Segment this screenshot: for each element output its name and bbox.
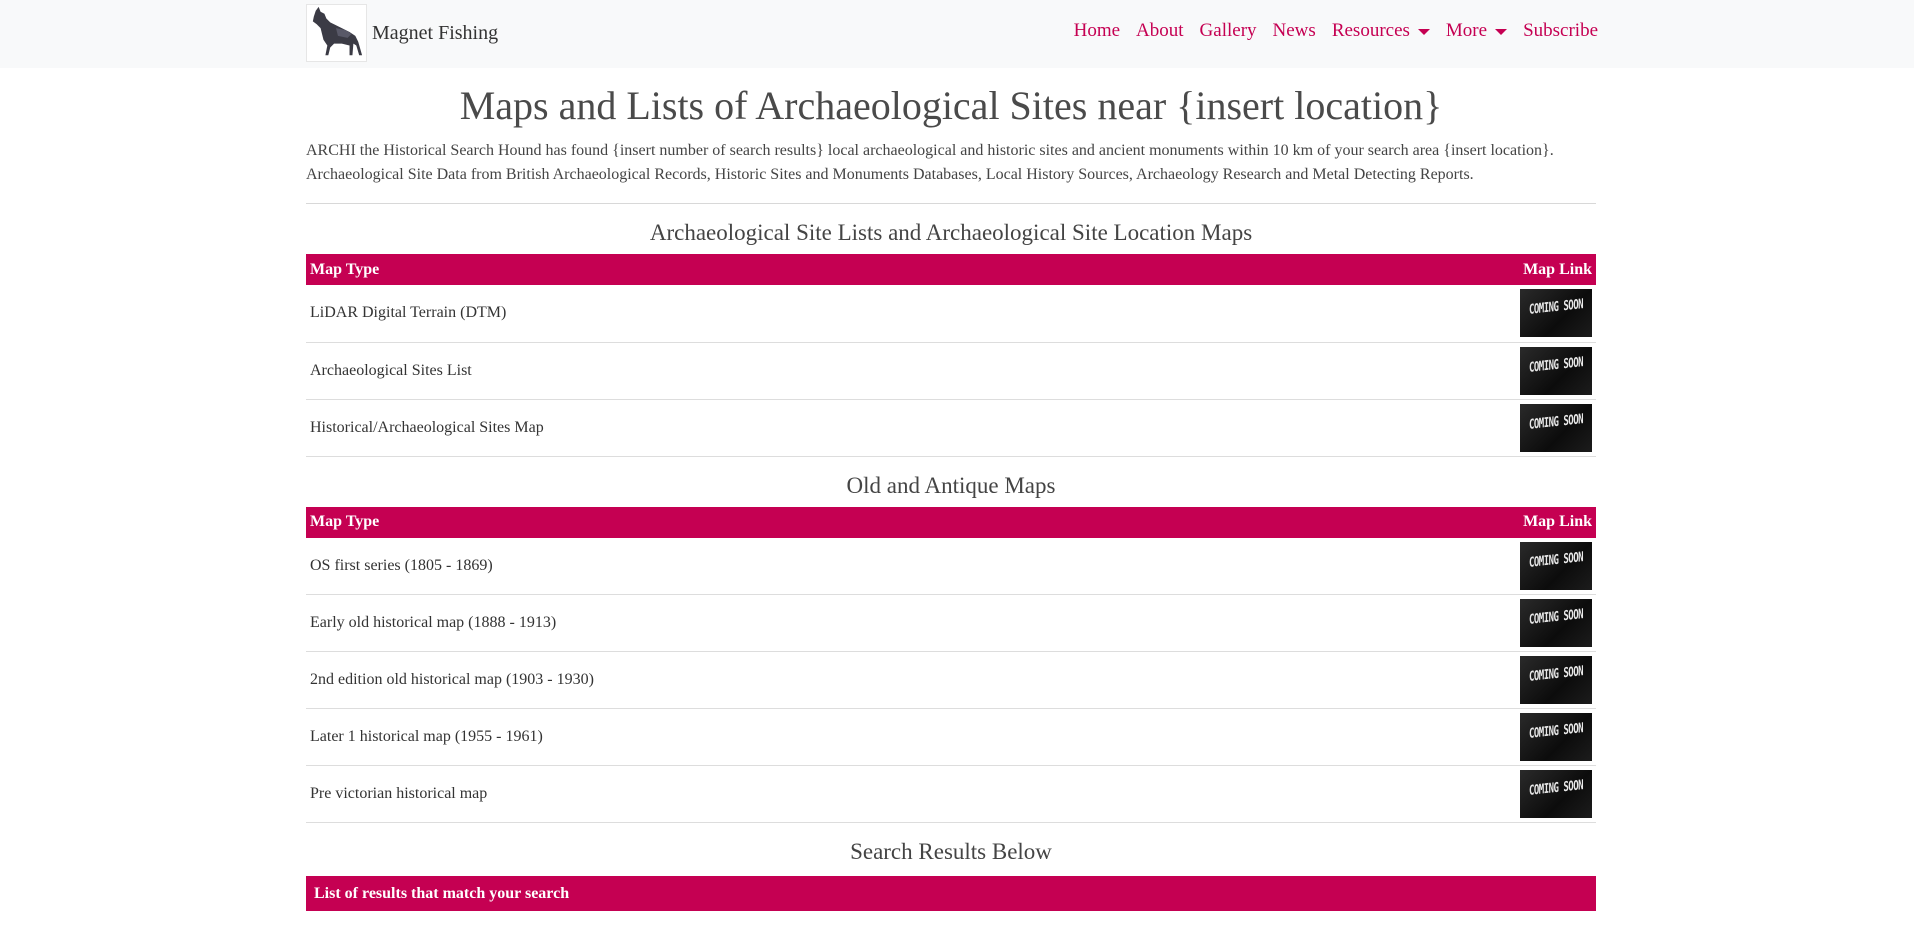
map-type-cell: Later 1 historical map (1955 - 1961) <box>306 708 1496 766</box>
divider <box>306 203 1596 204</box>
page-title: Maps and Lists of Archaeological Sites n… <box>459 83 1443 128</box>
nav-news-link[interactable]: News <box>1273 20 1316 42</box>
table-row: Early old historical map (1888 - 1913) C… <box>306 594 1596 652</box>
coming-soon-map-link[interactable]: COMING SOON <box>1520 403 1592 452</box>
table-row: Pre victorian historical map COMING SOON <box>306 765 1596 823</box>
nav-gallery-label: Gallery <box>1199 20 1257 41</box>
coming-soon-map-link[interactable]: COMING SOON <box>1520 713 1592 761</box>
nav-home-link[interactable]: Home <box>1074 20 1120 42</box>
table-row: Archaeological Sites List COMING SOON <box>306 342 1596 400</box>
nav-gallery-link[interactable]: Gallery <box>1200 20 1257 42</box>
col-header-map-type: Map Type <box>306 506 1496 538</box>
intro-line-1: ARCHI the Historical Search Hound has fo… <box>306 142 1554 159</box>
nav-subscribe-label: Subscribe <box>1523 20 1598 41</box>
map-type-cell: LiDAR Digital Terrain (DTM) <box>306 285 1496 343</box>
intro-line-2: Archaeological Site Data from British Ar… <box>306 166 1474 183</box>
nav-home-label: Home <box>1073 20 1121 41</box>
coming-soon-map-link[interactable]: COMING SOON <box>1520 289 1592 338</box>
coming-soon-label: COMING SOON <box>1528 412 1584 433</box>
col-header-map-type: Map Type <box>306 254 1496 285</box>
coming-soon-label: COMING SOON <box>1528 721 1584 743</box>
map-type-cell: OS first series (1805 - 1869) <box>306 537 1496 595</box>
coming-soon-label: COMING SOON <box>1528 778 1584 800</box>
nav-more-label: More <box>1445 20 1488 41</box>
nav-news-label: News <box>1272 20 1316 41</box>
table-row: 2nd edition old historical map (1903 - 1… <box>306 651 1596 709</box>
table-header-row: Map Type Map Link <box>306 506 1596 538</box>
caret-down-icon <box>1417 28 1430 35</box>
table-row: LiDAR Digital Terrain (DTM) COMING SOON <box>306 285 1596 343</box>
table-row: Historical/Archaeological Sites Map COMI… <box>306 399 1596 457</box>
main-content: Maps and Lists of Archaeological Sites n… <box>306 68 1596 911</box>
section-title-old-maps: Old and Antique Maps <box>846 472 1056 498</box>
coming-soon-label: COMING SOON <box>1528 297 1584 319</box>
map-type-cell: Pre victorian historical map <box>306 765 1496 823</box>
coming-soon-map-link[interactable]: COMING SOON <box>1520 346 1592 395</box>
brand-name: Magnet Fishing <box>372 21 499 44</box>
table-row: Later 1 historical map (1955 - 1961) COM… <box>306 708 1596 766</box>
site-maps-table: Map Type Map Link LiDAR Digital Terrain … <box>306 254 1596 457</box>
map-type-cell: 2nd edition old historical map (1903 - 1… <box>306 651 1496 709</box>
nav-about-label: About <box>1136 20 1184 41</box>
main-menu: Home About Gallery News Resources More S… <box>1074 20 1598 42</box>
table-header-row: Map Type Map Link <box>306 254 1596 285</box>
top-navbar: Magnet Fishing Home About Gallery News R… <box>0 0 1914 68</box>
map-type-cell: Historical/Archaeological Sites Map <box>306 399 1496 457</box>
coming-soon-map-link[interactable]: COMING SOON <box>1520 656 1592 704</box>
caret-down-icon <box>1495 28 1508 35</box>
section-title-site-maps: Archaeological Site Lists and Archaeolog… <box>649 220 1253 245</box>
coming-soon-map-link[interactable]: COMING SOON <box>1520 770 1592 818</box>
coming-soon-label: COMING SOON <box>1528 664 1584 686</box>
table-row: OS first series (1805 - 1869) COMING SOO… <box>306 537 1596 595</box>
coming-soon-label: COMING SOON <box>1528 355 1584 376</box>
coming-soon-map-link[interactable]: COMING SOON <box>1520 599 1592 647</box>
search-results-header: List of results that match your search <box>306 876 1596 911</box>
dog-logo-icon <box>306 4 367 62</box>
section-title-search-results: Search Results Below <box>850 839 1052 864</box>
col-header-map-link: Map Link <box>1496 254 1596 285</box>
nav-more-dropdown[interactable]: More <box>1445 20 1508 42</box>
coming-soon-label: COMING SOON <box>1528 550 1584 572</box>
nav-resources-label: Resources <box>1331 20 1410 41</box>
col-header-map-link: Map Link <box>1496 506 1596 538</box>
nav-subscribe-link[interactable]: Subscribe <box>1523 20 1598 42</box>
coming-soon-label: COMING SOON <box>1528 607 1584 629</box>
nav-resources-dropdown[interactable]: Resources <box>1332 20 1430 42</box>
brand-link[interactable]: Magnet Fishing <box>306 4 498 62</box>
coming-soon-map-link[interactable]: COMING SOON <box>1520 541 1592 590</box>
nav-about-link[interactable]: About <box>1136 20 1184 42</box>
map-type-cell: Early old historical map (1888 - 1913) <box>306 594 1496 652</box>
intro-paragraph: ARCHI the Historical Search Hound has fo… <box>306 139 1596 187</box>
map-type-cell: Archaeological Sites List <box>306 342 1496 400</box>
old-maps-table: Map Type Map Link OS first series (1805 … <box>306 506 1596 823</box>
